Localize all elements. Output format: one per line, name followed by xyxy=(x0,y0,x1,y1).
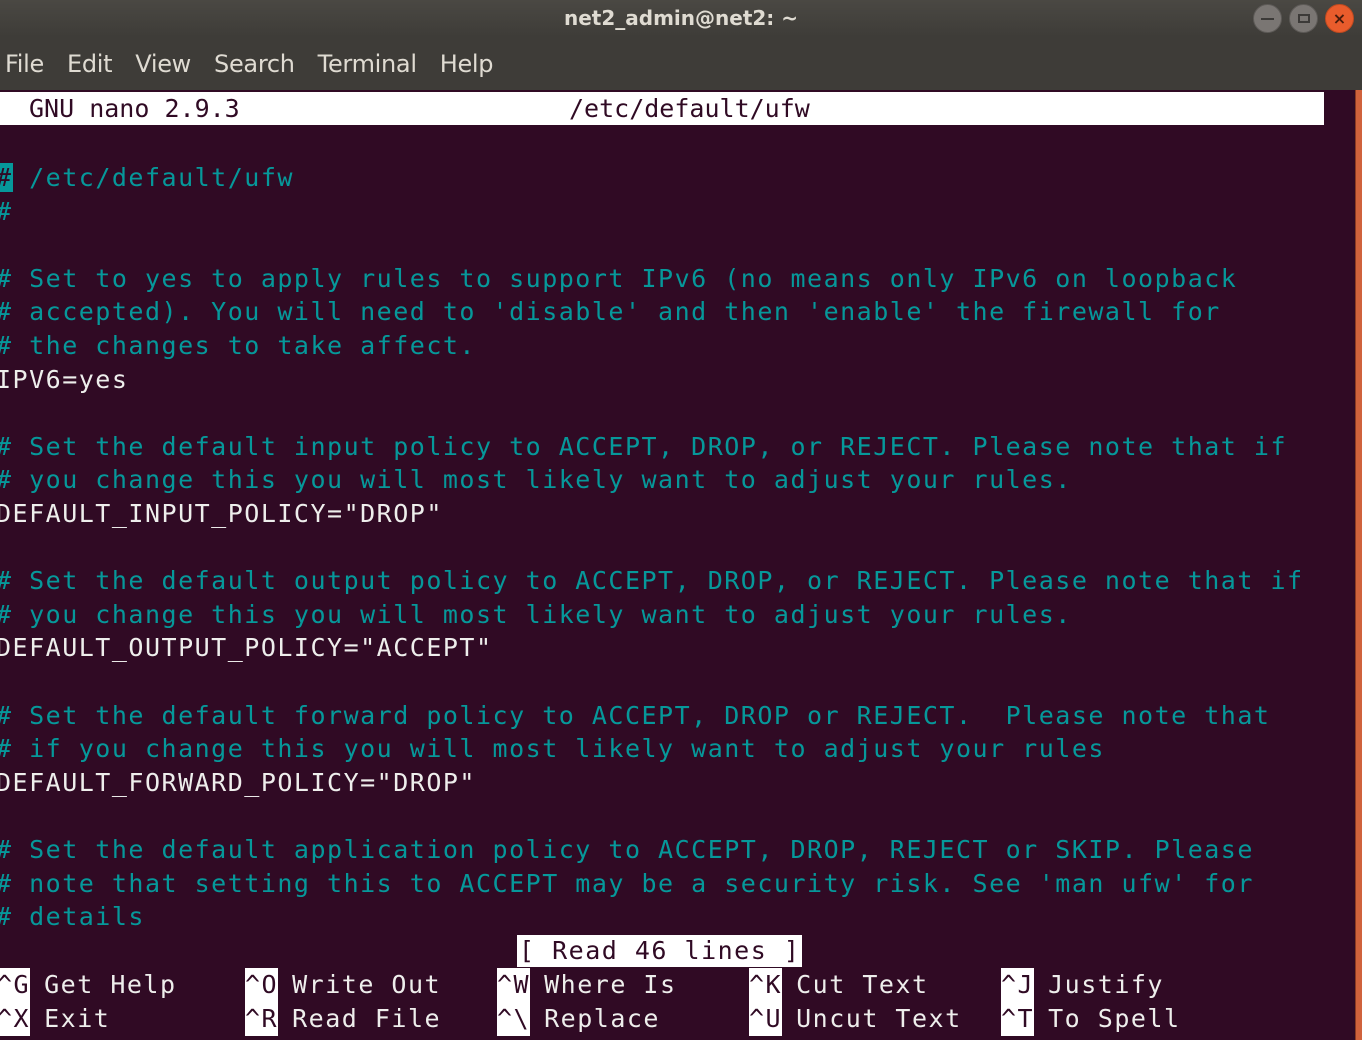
comment-line: # you change this you will most likely w… xyxy=(0,599,1072,629)
code-line: DEFAULT_OUTPUT_POLICY="ACCEPT" xyxy=(0,633,493,663)
shortcut-label: Replace xyxy=(544,1004,660,1033)
scrollbar[interactable] xyxy=(1324,90,1362,1040)
minimize-button[interactable] xyxy=(1253,4,1282,33)
maximize-button[interactable] xyxy=(1289,4,1318,33)
shortcut-label: To Spell xyxy=(1048,1004,1181,1033)
comment-line: # if you change this you will most likel… xyxy=(0,734,1105,764)
shortcut-key: ^O xyxy=(245,968,279,1002)
menu-help[interactable]: Help xyxy=(440,50,494,78)
nano-header: GNU nano 2.9.3 /etc/default/ufw xyxy=(0,92,1324,125)
shortcut-key: ^X xyxy=(0,1002,31,1036)
shortcut-key: ^J xyxy=(1001,968,1035,1002)
comment-line: # Set the default forward policy to ACCE… xyxy=(0,700,1271,730)
nano-filename: /etc/default/ufw xyxy=(569,94,810,123)
shortcut-key: ^G xyxy=(0,968,31,1002)
comment-line: # accepted). You will need to 'disable' … xyxy=(0,297,1221,327)
code-line: DEFAULT_FORWARD_POLICY="DROP" xyxy=(0,767,476,797)
shortcut-uncut-text[interactable]: ^U Uncut Text xyxy=(749,1002,962,1036)
comment-line: # the changes to take affect. xyxy=(0,331,476,360)
shortcut-label: Cut Text xyxy=(796,970,929,999)
maximize-icon xyxy=(1297,14,1310,23)
text-cursor: # xyxy=(0,163,13,192)
comment-line: # Set to yes to apply rules to support I… xyxy=(0,263,1238,293)
shortcut-label: Where Is xyxy=(544,970,677,999)
shortcut-label: Get Help xyxy=(44,970,177,999)
shortcut-label: Justify xyxy=(1048,970,1164,999)
shortcut-key: ^U xyxy=(749,1002,783,1036)
shortcut-exit[interactable]: ^X Exit xyxy=(0,1002,110,1036)
code-line: DEFAULT_INPUT_POLICY="DROP" xyxy=(0,499,443,528)
comment-line: # note that setting this to ACCEPT may b… xyxy=(0,868,1254,898)
shortcut-get-help[interactable]: ^G Get Help xyxy=(0,968,177,1002)
window-title: net2_admin@net2: ~ xyxy=(563,6,799,30)
code-line: IPV6=yes xyxy=(0,364,129,394)
shortcut-justify[interactable]: ^J Justify xyxy=(1001,968,1164,1002)
menu-bar: File Edit View Search Terminal Help xyxy=(0,37,1362,90)
shortcut-key: ^K xyxy=(749,968,783,1002)
shortcut-replace[interactable]: ^\ Replace xyxy=(497,1002,660,1036)
comment-line: # Set the default application policy to … xyxy=(0,835,1254,864)
menu-view[interactable]: View xyxy=(135,50,191,78)
comment-line: # /etc/default/ufw xyxy=(0,161,294,195)
window-titlebar[interactable]: net2_admin@net2: ~ × xyxy=(0,0,1362,37)
close-button[interactable]: × xyxy=(1325,4,1354,33)
shortcut-cut-text[interactable]: ^K Cut Text xyxy=(749,968,929,1002)
line-text: /etc/default/ufw xyxy=(12,163,294,192)
menu-search[interactable]: Search xyxy=(214,50,295,78)
comment-line: # Set the default output policy to ACCEP… xyxy=(0,566,1304,596)
shortcut-label: Exit xyxy=(44,1004,111,1033)
shortcut-key: ^\ xyxy=(497,1002,531,1036)
shortcut-to-spell[interactable]: ^T To Spell xyxy=(1001,1002,1181,1036)
shortcut-key: ^R xyxy=(245,1002,279,1036)
shortcut-read-file[interactable]: ^R Read File xyxy=(245,1002,441,1036)
window-controls: × xyxy=(1253,4,1354,33)
shortcut-label: Read File xyxy=(292,1004,442,1033)
shortcut-label: Write Out xyxy=(292,970,442,999)
shortcut-key: ^T xyxy=(1001,1002,1035,1036)
comment-line: # details xyxy=(0,902,145,932)
shortcut-key: ^W xyxy=(497,968,531,1002)
comment-line: # you change this you will most likely w… xyxy=(0,465,1072,495)
menu-edit[interactable]: Edit xyxy=(67,50,113,78)
status-message: [ Read 46 lines ] xyxy=(517,935,803,967)
comment-line: # xyxy=(0,195,13,229)
shortcut-write-out[interactable]: ^O Write Out xyxy=(245,968,441,1002)
shortcut-where-is[interactable]: ^W Where Is xyxy=(497,968,677,1002)
close-icon: × xyxy=(1332,8,1347,28)
menu-file[interactable]: File xyxy=(5,50,44,78)
scrollbar-thumb[interactable] xyxy=(1355,90,1362,1040)
comment-line: # Set the default input policy to ACCEPT… xyxy=(0,431,1287,461)
shortcut-label: Uncut Text xyxy=(796,1004,962,1033)
minimize-icon xyxy=(1261,17,1274,20)
menu-terminal[interactable]: Terminal xyxy=(318,50,417,78)
nano-version: GNU nano 2.9.3 xyxy=(29,94,240,123)
terminal-area[interactable]: GNU nano 2.9.3 /etc/default/ufw # /etc/d… xyxy=(0,90,1324,1040)
